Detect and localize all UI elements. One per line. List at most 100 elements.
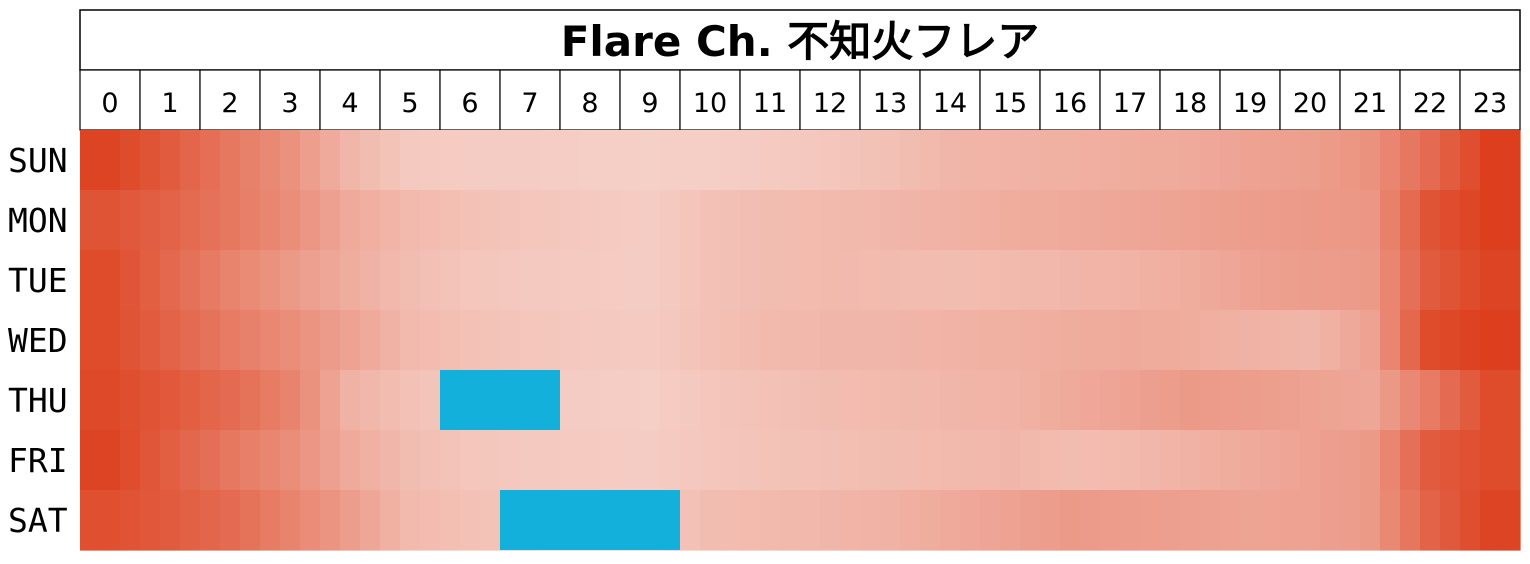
heatmap-cell <box>640 190 661 251</box>
day-label: WED <box>8 321 68 360</box>
heatmap-cell <box>800 310 821 371</box>
heatmap-cell <box>400 250 421 311</box>
heatmap-cell <box>880 190 901 251</box>
heatmap-cell <box>1420 130 1441 191</box>
heatmap-cell <box>1000 490 1021 551</box>
heatmap-cell <box>1360 370 1381 431</box>
heatmap-cell <box>340 190 361 251</box>
heatmap-cell <box>860 190 881 251</box>
heatmap-cell <box>1100 190 1121 251</box>
heatmap-cell <box>1000 310 1021 371</box>
heatmap-cell <box>540 430 561 491</box>
heatmap-cell <box>520 250 541 311</box>
heatmap-cell <box>1180 430 1201 491</box>
heatmap-cell <box>1240 430 1261 491</box>
heatmap-cell <box>1240 310 1261 371</box>
heatmap-chart: Flare Ch. 不知火フレア 0 1 2 3 4 5 6 7 8 9 10 11 12 13 14 15 1… <box>0 0 1530 560</box>
heatmap-cell <box>340 310 361 371</box>
heatmap-cell <box>80 490 101 551</box>
heatmap-cell <box>1340 430 1361 491</box>
heatmap-cell <box>320 250 341 311</box>
heatmap-cell <box>1040 370 1061 431</box>
heatmap-cell <box>920 430 941 491</box>
heatmap-cell <box>660 430 681 491</box>
heatmap-cell <box>200 430 221 491</box>
heatmap-cell <box>760 310 781 371</box>
heatmap-cell <box>960 370 981 431</box>
heatmap-cell <box>580 250 601 311</box>
heatmap-cell <box>1220 490 1241 551</box>
heatmap-cell <box>260 190 281 251</box>
heatmap-cell <box>300 490 321 551</box>
heatmap-cell <box>960 250 981 311</box>
heatmap-cell <box>440 310 461 371</box>
day-label: SAT <box>8 501 68 540</box>
heatmap-cell <box>920 130 941 191</box>
heatmap-cell <box>820 190 841 251</box>
heatmap-cell <box>720 430 741 491</box>
heatmap-cell <box>1220 430 1241 491</box>
heatmap-cell <box>340 430 361 491</box>
heatmap-cell <box>1160 310 1181 371</box>
heatmap-cell <box>120 490 141 551</box>
heatmap-cell <box>360 430 381 491</box>
heatmap-cell <box>1060 490 1081 551</box>
heatmap-cell <box>240 370 261 431</box>
heatmap-cell <box>760 130 781 191</box>
heatmap-cell <box>1020 430 1041 491</box>
heatmap-cell <box>280 370 301 431</box>
heatmap-cell <box>600 190 621 251</box>
heatmap-cell <box>1260 370 1281 431</box>
heatmap-cell <box>840 310 861 371</box>
heatmap-cell <box>800 250 821 311</box>
heatmap-cell <box>1100 490 1121 551</box>
heatmap-cell <box>400 310 421 371</box>
heatmap-cell <box>800 370 821 431</box>
heatmap-cell <box>660 310 681 371</box>
heatmap-cell <box>820 370 841 431</box>
heatmap-cell <box>560 310 581 371</box>
heatmap-cell <box>1200 190 1221 251</box>
heatmap-cell <box>800 130 821 191</box>
heatmap-cell <box>1060 190 1081 251</box>
heatmap-cell <box>1180 130 1201 191</box>
heatmap-cell <box>360 190 381 251</box>
heatmap-cell <box>1380 190 1401 251</box>
heatmap-cell <box>840 430 861 491</box>
heatmap-cell <box>700 370 721 431</box>
heatmap-cell <box>800 430 821 491</box>
heatmap-cell <box>320 190 341 251</box>
heatmap-cell <box>380 130 401 191</box>
heatmap-cell <box>560 250 581 311</box>
heatmap-cell <box>1480 310 1501 371</box>
heatmap-cell <box>760 370 781 431</box>
heatmap-cell <box>300 130 321 191</box>
heatmap-cell <box>320 430 341 491</box>
heatmap-cell <box>620 370 641 431</box>
heatmap-cell <box>140 430 161 491</box>
hour-label: 8 <box>581 88 598 119</box>
heatmap-cell <box>240 250 261 311</box>
heatmap-cell <box>500 130 521 191</box>
heatmap-cell <box>320 130 341 191</box>
heatmap-cell <box>1440 310 1461 371</box>
heatmap-cell <box>200 370 221 431</box>
heatmap-cell <box>1460 130 1481 191</box>
heatmap-cell <box>1440 130 1461 191</box>
heatmap-cell <box>640 310 661 371</box>
heatmap-cell <box>600 370 621 431</box>
heatmap-cell <box>300 370 321 431</box>
heatmap-cell <box>660 370 681 431</box>
heatmap-cell <box>460 430 481 491</box>
heatmap-cell <box>80 370 101 431</box>
heatmap-cell <box>420 130 441 191</box>
heatmap-cell <box>580 130 601 191</box>
heatmap-cell <box>1180 370 1201 431</box>
heatmap-cell <box>200 190 221 251</box>
heatmap-cell <box>380 250 401 311</box>
heatmap-cell <box>1300 430 1321 491</box>
heatmap-cell <box>1100 130 1121 191</box>
heatmap-cell <box>1280 490 1301 551</box>
heatmap-cell <box>420 310 441 371</box>
heatmap-cell <box>160 490 181 551</box>
